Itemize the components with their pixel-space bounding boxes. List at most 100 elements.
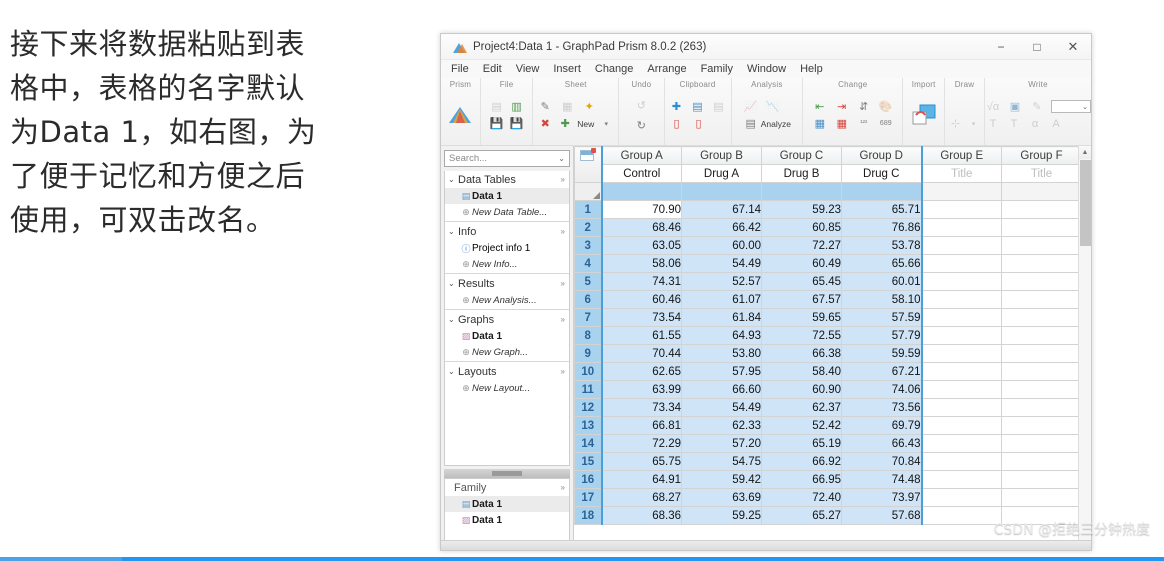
menu-view[interactable]: View <box>516 63 540 75</box>
column-selection-bar[interactable] <box>761 182 842 201</box>
table-cell[interactable]: 52.42 <box>761 416 842 435</box>
clipboard-icon[interactable]: ▯ <box>691 116 707 131</box>
equation-icon[interactable]: √α <box>985 99 1001 114</box>
table-cell[interactable] <box>1001 452 1082 471</box>
menu-file[interactable]: File <box>451 63 469 75</box>
table-cell[interactable] <box>1001 326 1082 345</box>
column-header-group-b[interactable]: Group B <box>681 146 762 165</box>
expand-arrow-icon[interactable]: » <box>561 227 565 236</box>
row-number[interactable]: 12 <box>574 398 602 417</box>
table-cell[interactable]: 54.49 <box>681 254 762 273</box>
row-number[interactable]: 10 <box>574 362 602 381</box>
column-selection-bar[interactable] <box>841 182 923 201</box>
table-cell[interactable]: 70.90 <box>600 200 682 219</box>
nav-item-new-graph[interactable]: ⊕ New Graph... <box>445 344 569 360</box>
menu-help[interactable]: Help <box>800 63 823 75</box>
table-cell[interactable] <box>921 272 1002 291</box>
table-cell[interactable] <box>1001 290 1082 309</box>
chevron-down-icon[interactable]: ⌄ <box>558 154 565 163</box>
table-cell[interactable]: 62.37 <box>761 398 842 417</box>
chevron-down-icon[interactable]: ▾ <box>966 116 982 131</box>
fill-color-icon[interactable]: 🎨 <box>878 99 894 114</box>
table-cell[interactable] <box>921 290 1002 309</box>
table-cell[interactable]: 60.00 <box>681 236 762 255</box>
column-title-group-f[interactable]: Title <box>1001 164 1082 183</box>
table-cell[interactable]: 65.27 <box>761 506 842 525</box>
table-cell[interactable] <box>1001 218 1082 237</box>
family-item-data-1-graph[interactable]: ▨ Data 1 <box>445 512 569 528</box>
remove-icon[interactable]: 689 <box>878 116 894 131</box>
resize-handle-icon[interactable] <box>586 192 600 199</box>
table-cell[interactable]: 74.06 <box>841 380 923 399</box>
table-cell[interactable] <box>921 380 1002 399</box>
textbox-icon[interactable]: ▣ <box>1007 99 1023 114</box>
expand-arrow-icon[interactable]: » <box>561 315 565 324</box>
nav-item-new-info[interactable]: ⊕ New Info... <box>445 256 569 272</box>
table-cell[interactable]: 65.75 <box>600 452 682 471</box>
analyze-chart-icon[interactable]: 📈 <box>743 99 759 114</box>
table-cell[interactable] <box>921 434 1002 453</box>
table-cell[interactable]: 76.86 <box>841 218 923 237</box>
table-cell[interactable] <box>921 488 1002 507</box>
column-title-drug-c[interactable]: Drug C <box>841 164 923 183</box>
select-all-cell[interactable] <box>574 182 602 201</box>
table-cell[interactable]: 74.48 <box>841 470 923 489</box>
text-icon[interactable]: T <box>985 116 1001 131</box>
row-number[interactable]: 2 <box>574 218 602 237</box>
search-input[interactable]: Search... ⌄ <box>444 150 570 167</box>
new-sheet-label[interactable]: New <box>577 119 594 129</box>
table-cell[interactable]: 72.29 <box>600 434 682 453</box>
analyze-icon[interactable]: ▤ <box>743 116 759 131</box>
table-cell[interactable]: 57.68 <box>841 506 923 525</box>
table-cell[interactable]: 57.20 <box>681 434 762 453</box>
chevron-down-icon[interactable]: ▾ <box>598 116 614 131</box>
draw-shape-icon[interactable]: ⊹ <box>948 116 964 131</box>
table-cell[interactable] <box>1001 236 1082 255</box>
chevron-down-icon[interactable]: ⌄ <box>448 279 458 288</box>
nav-item-new-analysis[interactable]: ⊕ New Analysis... <box>445 292 569 308</box>
table-cell[interactable] <box>1001 470 1082 489</box>
table-cell[interactable]: 67.14 <box>681 200 762 219</box>
save-icon[interactable]: 💾 <box>489 116 505 131</box>
table-cell[interactable]: 68.46 <box>600 218 682 237</box>
expand-arrow-icon[interactable]: » <box>561 175 565 184</box>
table-cell[interactable]: 58.40 <box>761 362 842 381</box>
expand-arrow-icon[interactable]: » <box>561 483 565 492</box>
table-row[interactable]: 12 73.34 54.49 62.37 73.56 <box>574 398 1082 417</box>
minimize-button[interactable]: − <box>983 34 1019 60</box>
decimals-icon[interactable]: ¹²³ <box>856 116 872 131</box>
row-number[interactable]: 9 <box>574 344 602 363</box>
table-cell[interactable]: 68.36 <box>600 506 682 525</box>
nav-item-project-info-1[interactable]: ⓘ Project info 1 <box>445 240 569 256</box>
nav-section-data-tables[interactable]: ⌄ Data Tables » <box>445 171 569 188</box>
table-cell[interactable]: 70.44 <box>600 344 682 363</box>
table-cell[interactable]: 67.57 <box>761 290 842 309</box>
font-size-combo[interactable]: ⌄ <box>1051 100 1091 113</box>
alpha-icon[interactable]: α <box>1027 116 1043 131</box>
table-cell[interactable]: 59.25 <box>681 506 762 525</box>
table-cell[interactable]: 65.71 <box>841 200 923 219</box>
row-number[interactable]: 11 <box>574 380 602 399</box>
table-row[interactable]: 13 66.81 62.33 52.42 69.79 <box>574 416 1082 435</box>
nav-section-graphs[interactable]: ⌄ Graphs » <box>445 311 569 328</box>
table-cell[interactable]: 57.95 <box>681 362 762 381</box>
column-header-group-a[interactable]: Group A <box>600 146 682 165</box>
table-cell[interactable] <box>921 236 1002 255</box>
row-number[interactable]: 13 <box>574 416 602 435</box>
table-cell[interactable]: 59.42 <box>681 470 762 489</box>
table-cell[interactable]: 72.27 <box>761 236 842 255</box>
table-cell[interactable]: 60.85 <box>761 218 842 237</box>
copy-special-icon[interactable]: ▤ <box>711 99 727 114</box>
table-cell[interactable]: 72.55 <box>761 326 842 345</box>
row-number[interactable]: 6 <box>574 290 602 309</box>
table-cell[interactable] <box>921 254 1002 273</box>
delete-sheet-icon[interactable]: ✖ <box>537 116 553 131</box>
table-cell[interactable]: 62.33 <box>681 416 762 435</box>
video-progress-bar[interactable] <box>0 557 1164 561</box>
table-row[interactable]: 14 72.29 57.20 65.19 66.43 <box>574 434 1082 453</box>
table-cell[interactable]: 73.97 <box>841 488 923 507</box>
nav-item-data-1-table[interactable]: ▤ Data 1 <box>445 188 569 204</box>
save-as-icon[interactable]: 💾 <box>509 116 525 131</box>
menu-change[interactable]: Change <box>595 63 634 75</box>
row-number[interactable]: 1 <box>574 200 602 219</box>
